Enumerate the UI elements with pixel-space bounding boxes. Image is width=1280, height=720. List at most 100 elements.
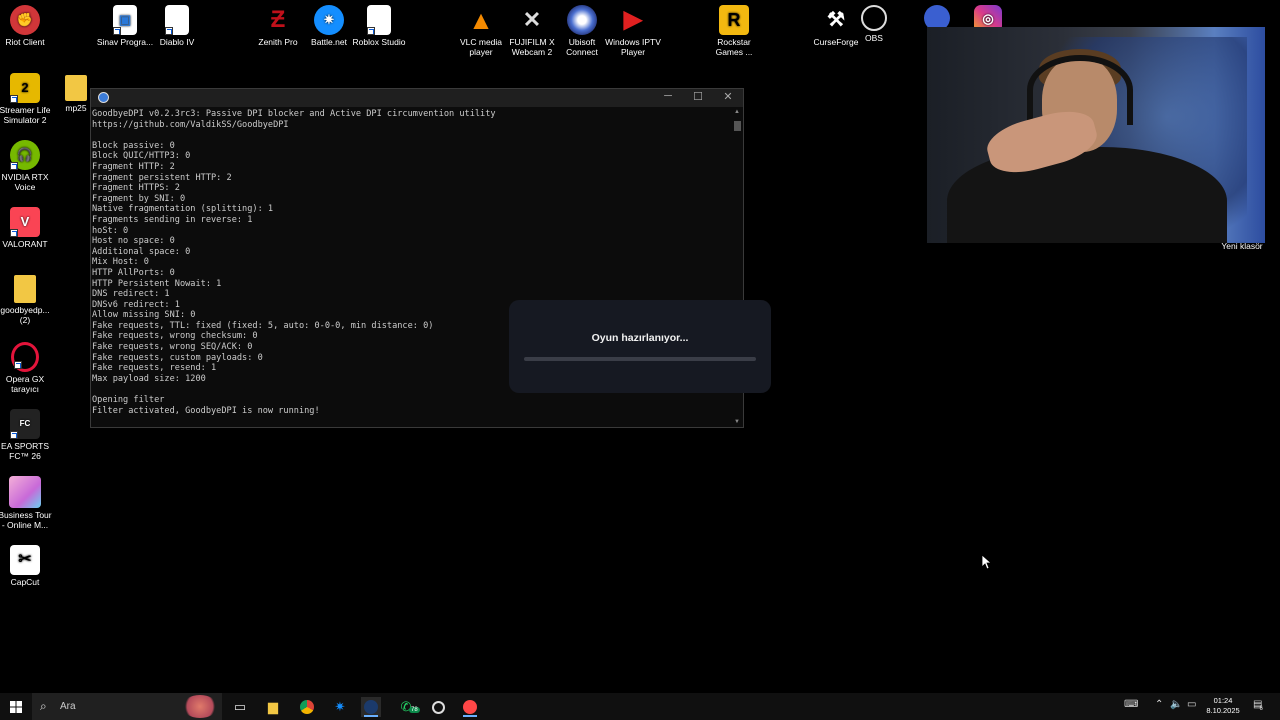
battlenet-icon: ✷: [314, 5, 344, 35]
maximize-button[interactable]: ☐: [683, 90, 713, 103]
webcam-overlay: [927, 27, 1265, 243]
desktop-icon-roblox[interactable]: Roblox Studio: [350, 5, 408, 47]
search-highlight-octopus-icon: [182, 695, 218, 718]
rockstar-icon: R: [719, 5, 749, 35]
desktop-icon-ea-fc[interactable]: FC EA SPORTS FC™ 26: [0, 409, 54, 461]
zenith-icon: Ƶ: [270, 6, 286, 33]
keyboard-icon[interactable]: ⌨: [1124, 699, 1138, 710]
obs-icon: [861, 5, 887, 31]
desktop-icon-goodbyedpi-folder[interactable]: goodbyedp... (2): [0, 275, 54, 325]
desktop-icon-label: goodbyedp... (2): [0, 305, 50, 325]
scroll-down-icon[interactable]: ▼: [733, 419, 741, 425]
ea-fc-icon: FC: [10, 409, 40, 439]
console-titlebar[interactable]: ─ ☐ ✕: [91, 89, 743, 107]
battlenet-taskbar-button[interactable]: ✷: [330, 697, 350, 717]
desktop-icon-riot-client[interactable]: ✊ Riot Client: [0, 5, 54, 47]
desktop-icon-business-tour[interactable]: Business Tour - Online M...: [0, 476, 54, 530]
taskbar-clock[interactable]: 01:24 8.10.2025: [1200, 696, 1246, 716]
desktop-icon-label: Business Tour - Online M...: [0, 510, 52, 530]
loading-text: Oyun hazırlanıyor...: [591, 332, 689, 344]
obs-taskbar-button[interactable]: [428, 697, 448, 717]
chrome-button[interactable]: [297, 697, 317, 717]
desktop-icon-label: Sinav Progra...: [96, 37, 154, 47]
loading-progress-bar: [524, 357, 756, 361]
desktop-icon-rockstar[interactable]: R Rockstar Games ...: [705, 5, 763, 57]
steam-button[interactable]: [361, 697, 381, 717]
ea-app-button[interactable]: [460, 697, 480, 717]
mouse-cursor-icon: [982, 555, 992, 570]
console-line: https://github.com/ValdikSS/GoodbyeDPI: [92, 119, 289, 130]
file-explorer-button[interactable]: ▆: [263, 697, 283, 717]
start-button[interactable]: [6, 697, 26, 717]
clock-time: 01:24: [1213, 696, 1233, 705]
search-box[interactable]: ⌕ Ara: [32, 693, 222, 720]
desktop-icon-label: Rockstar Games ...: [715, 37, 753, 57]
document-icon: [165, 5, 189, 35]
desktop-icon-capcut[interactable]: ✂ CapCut: [0, 545, 54, 587]
console-line: Host no space: 0: [92, 236, 175, 247]
desktop-icon-label: CapCut: [10, 577, 40, 587]
console-line: Mix Host: 0: [92, 257, 149, 268]
opera-gx-icon: [11, 342, 39, 372]
desktop-icon-label: OBS: [865, 33, 883, 43]
console-line: hoSt: 0: [92, 225, 129, 236]
obs-icon: [431, 700, 445, 714]
search-placeholder: Ara: [60, 701, 76, 712]
notification-center-button[interactable]: ▤6: [1253, 699, 1266, 712]
desktop-icon-sinav[interactable]: ▣ Sinav Progra...: [96, 5, 154, 47]
desktop-icon-nvidia[interactable]: 🎧 NVIDIA RTX Voice: [0, 140, 54, 192]
desktop-icon-obs[interactable]: OBS: [845, 5, 903, 43]
console-line: Opening filter: [92, 395, 165, 406]
desktop-icon-label: VLC media player: [459, 37, 503, 57]
console-line: Fragments sending in reverse: 1: [92, 214, 253, 225]
console-line: Block QUIC/HTTP3: 0: [92, 151, 191, 162]
desktop-icon-vlc[interactable]: ▲ VLC media player: [452, 5, 510, 57]
folder-icon: ▆: [268, 699, 278, 714]
search-icon: ⌕: [40, 699, 47, 713]
desktop-icon-label: Yeni klasör: [1221, 241, 1263, 251]
desktop-icon-iptv[interactable]: ▶ Windows IPTV Player: [604, 5, 662, 58]
console-line: Filter activated, GoodbyeDPI is now runn…: [92, 405, 320, 416]
close-button[interactable]: ✕: [713, 90, 743, 103]
console-line: Fragment HTTP: 2: [92, 161, 175, 172]
desktop-icon-label: Roblox Studio: [352, 37, 406, 47]
console-line: Block passive: 0: [92, 140, 175, 151]
whatsapp-unread-badge: 78: [409, 707, 420, 713]
console-app-icon: [98, 92, 109, 103]
clock-date: 8.10.2025: [1206, 706, 1240, 715]
task-view-button[interactable]: ▭: [230, 697, 250, 717]
console-line: HTTP AllPorts: 0: [92, 267, 175, 278]
volume-icon[interactable]: 🔈: [1170, 699, 1182, 710]
nvidia-headset-icon: 🎧: [10, 140, 40, 170]
desktop-icon-streamer-life[interactable]: 2 Streamer Life Simulator 2: [0, 73, 54, 125]
desktop-icon-new-folder[interactable]: Yeni klasör: [1212, 241, 1272, 251]
desktop-icon-diablo[interactable]: Diablo IV: [148, 5, 206, 47]
document-icon: ▣: [113, 5, 137, 35]
taskbar: ⌕ Ara ▭ ▆ ✷ ✆ 78 ⌨ ⌃ 🔈 ▭ 01:24 8.10.2025…: [0, 693, 1280, 720]
document-icon: [367, 5, 391, 35]
ea-icon: [463, 700, 477, 714]
valorant-icon: V: [10, 207, 40, 237]
desktop-icon-zenith[interactable]: Ƶ Zenith Pro: [249, 5, 307, 48]
chrome-icon: [300, 700, 314, 714]
minimize-button[interactable]: ─: [653, 90, 683, 102]
tray-overflow-chevron-icon[interactable]: ⌃: [1155, 699, 1163, 710]
vlc-cone-icon: ▲: [468, 5, 494, 35]
scroll-thumb[interactable]: [734, 121, 741, 131]
scroll-up-icon[interactable]: ▲: [733, 109, 741, 115]
desktop-icon-label: Windows IPTV Player: [605, 37, 661, 57]
console-line: HTTP Persistent Nowait: 1: [92, 278, 222, 289]
desktop-icon-ubisoft[interactable]: Ubisoft Connect: [553, 5, 611, 57]
folder-icon: [65, 75, 87, 101]
console-line: Fragment by SNI: 0: [92, 193, 186, 204]
desktop-icon-label: Ubisoft Connect: [566, 37, 598, 57]
desktop-icon-label: Streamer Life Simulator 2: [0, 105, 51, 125]
streamer-life-icon: 2: [10, 73, 40, 103]
notification-count: 6: [1259, 706, 1263, 712]
desktop-icon-valorant[interactable]: V VALORANT: [0, 207, 54, 249]
console-line: Additional space: 0: [92, 246, 191, 257]
network-icon[interactable]: ▭: [1187, 699, 1196, 710]
desktop-icon-label: EA SPORTS FC™ 26: [0, 441, 50, 461]
desktop-icon-opera-gx[interactable]: Opera GX tarayıcı: [0, 342, 54, 394]
